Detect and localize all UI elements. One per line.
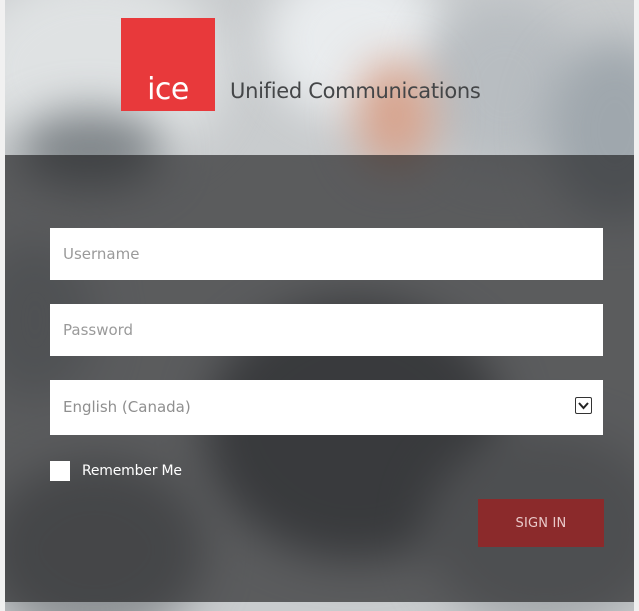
remember-me-option[interactable]: Remember Me — [50, 461, 182, 481]
logo-text: ice — [147, 72, 189, 107]
remember-me-checkbox[interactable] — [50, 461, 70, 481]
remember-me-label: Remember Me — [82, 463, 182, 479]
login-panel: English (Canada) Remember Me SIGN IN — [5, 155, 634, 602]
sign-in-button[interactable]: SIGN IN — [478, 499, 604, 547]
username-input[interactable] — [50, 228, 603, 280]
language-selected-value: English (Canada) — [63, 398, 191, 416]
language-select[interactable]: English (Canada) — [50, 380, 603, 435]
password-input[interactable] — [50, 304, 603, 356]
product-title: Unified Communications — [230, 79, 481, 103]
brand-logo: ice — [121, 18, 215, 111]
chevron-down-icon[interactable] — [575, 397, 592, 414]
